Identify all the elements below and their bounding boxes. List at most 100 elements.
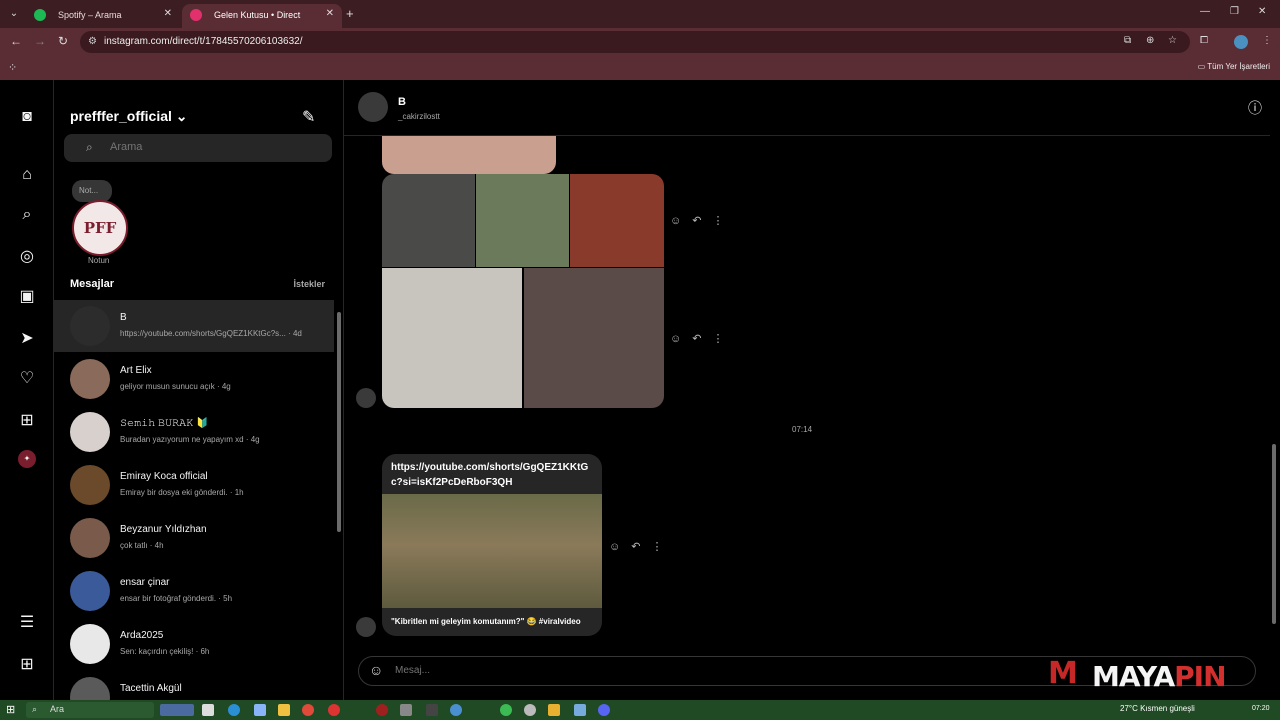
forward-button[interactable]: →	[34, 34, 46, 48]
explorer-icon[interactable]	[278, 704, 290, 716]
explore-icon[interactable]: ◎	[16, 246, 38, 268]
instagram-icon	[190, 9, 202, 21]
message-photo[interactable]	[382, 174, 475, 267]
thread-item[interactable]: Arda2025 Sen: kaçırdın çekiliş! · 6h	[54, 618, 334, 670]
search-field[interactable]: ⌕	[64, 134, 332, 162]
browser-toolbar: ← → ↻ ⚙ instagram.com/direct/t/178455702…	[0, 28, 1280, 56]
windows-start-icon[interactable]: ⊞	[6, 703, 15, 716]
copilot-icon[interactable]	[254, 704, 266, 716]
app-icon[interactable]	[376, 704, 388, 716]
search-input[interactable]	[110, 141, 310, 153]
edge-icon[interactable]	[228, 704, 240, 716]
os-taskbar: ⊞ ⌕ Ara 27°C Kısmen güneşli 07:20	[0, 700, 1280, 720]
shared-link-url[interactable]: https://youtube.com/shorts/GgQEZ1KKtGc?s…	[391, 460, 596, 490]
message-photo[interactable]	[382, 268, 522, 408]
widgets-icon[interactable]	[160, 704, 194, 716]
note-avatar[interactable]: PFF	[72, 200, 128, 256]
address-bar[interactable]: ⚙ instagram.com/direct/t/178455702061036…	[80, 31, 1190, 53]
window-close-button[interactable]: ✕	[1258, 6, 1266, 17]
note-bubble[interactable]: Not...	[72, 180, 112, 202]
discord-icon[interactable]	[598, 704, 610, 716]
close-icon[interactable]: ✕	[164, 8, 172, 19]
app-icon[interactable]	[524, 704, 536, 716]
thread-item[interactable]: ensar çinar ensar bir fotoğraf gönderdi.…	[54, 565, 334, 617]
thread-item[interactable]: Emiray Koca official Emiray bir dosya ek…	[54, 459, 334, 511]
back-button[interactable]: ←	[10, 34, 22, 48]
app-icon[interactable]	[302, 704, 314, 716]
zoom-icon[interactable]: ⊕	[1146, 35, 1154, 46]
requests-link[interactable]: İstekler	[293, 279, 325, 289]
thread-item[interactable]: 𝚂𝚎𝚖𝚒𝚑 𝙱𝚄𝚁𝙰𝙺 🔰 Buradan yazıyorum ne yapay…	[54, 406, 334, 458]
thread-item[interactable]: B https://youtube.com/shorts/GgQEZ1KKtGc…	[54, 300, 334, 352]
chat-scrollbar[interactable]	[1270, 84, 1278, 644]
message-input[interactable]	[395, 665, 995, 676]
chrome-icon[interactable]	[500, 704, 512, 716]
message-photo[interactable]	[570, 174, 664, 267]
clock[interactable]: 07:20	[1252, 705, 1270, 712]
chat-name[interactable]: B	[398, 96, 406, 108]
shared-link-card[interactable]: https://youtube.com/shorts/GgQEZ1KKtGc?s…	[382, 454, 602, 636]
install-icon[interactable]: ⧉	[1124, 35, 1131, 46]
thread-item[interactable]: Tacettin Akgül	[54, 671, 334, 700]
opera-icon[interactable]	[328, 704, 340, 716]
new-tab-button[interactable]: +	[346, 6, 354, 21]
scrollbar-thumb[interactable]	[337, 312, 341, 532]
task-view-icon[interactable]	[202, 704, 214, 716]
chrome-icon[interactable]	[450, 704, 462, 716]
avatar	[70, 518, 110, 558]
app-icon[interactable]	[400, 704, 412, 716]
extensions-icon[interactable]: ⧠	[1200, 35, 1208, 46]
site-info-icon[interactable]: ⚙	[88, 36, 97, 47]
app-icon[interactable]	[574, 704, 586, 716]
thread-preview: Emiray bir dosya eki gönderdi. · 1h	[120, 488, 244, 497]
apps-grid-icon[interactable]: ⊞	[16, 654, 38, 676]
menu-icon[interactable]: ⋮	[1262, 35, 1272, 46]
close-icon[interactable]: ✕	[326, 8, 334, 19]
tab-instagram[interactable]: Gelen Kutusu • Direct ✕	[182, 4, 342, 28]
taskbar-search[interactable]: ⌕ Ara	[26, 702, 154, 718]
heart-icon[interactable]: ♡	[16, 368, 38, 390]
folder-icon[interactable]	[548, 704, 560, 716]
minimize-button[interactable]: —	[1200, 6, 1210, 17]
all-bookmarks[interactable]: ▭ Tüm Yer İşaretleri	[1198, 62, 1270, 71]
message-photo[interactable]	[476, 174, 569, 267]
star-icon[interactable]: ☆	[1168, 35, 1177, 46]
search-icon: ⌕	[32, 704, 38, 714]
message-actions[interactable]: ☺ ↶ ⋮	[609, 540, 667, 553]
messages-icon[interactable]: ➤	[16, 328, 38, 350]
message-photo[interactable]	[382, 136, 556, 174]
emoji-icon[interactable]: ☺	[369, 662, 383, 678]
message-photo[interactable]	[524, 268, 664, 408]
tab-spotify[interactable]: Spotify – Arama ✕	[26, 4, 180, 28]
message-actions[interactable]: ☺ ↶ ⋮	[670, 214, 728, 227]
info-icon[interactable]: ⓘ	[1248, 98, 1262, 118]
video-thumbnail[interactable]	[382, 494, 602, 608]
apps-icon[interactable]: ⁘	[8, 61, 17, 74]
search-icon[interactable]: ⌕	[16, 204, 38, 226]
reels-icon[interactable]: ▣	[16, 286, 38, 308]
home-icon[interactable]: ⌂	[16, 164, 38, 186]
more-menu-icon[interactable]: ☰	[16, 612, 38, 634]
weather-widget[interactable]: 27°C Kısmen güneşli	[1120, 704, 1195, 713]
reload-button[interactable]: ↻	[58, 34, 68, 48]
profile-avatar[interactable]: ✦	[18, 450, 36, 468]
avatar[interactable]	[358, 92, 388, 122]
thread-item[interactable]: Beyzanur Yıldızhan çok tatlı · 4h	[54, 512, 334, 564]
chat-handle: _cakirzilostt	[398, 112, 440, 121]
create-icon[interactable]: ⊞	[16, 410, 38, 432]
message-actions[interactable]: ☺ ↶ ⋮	[670, 332, 728, 345]
url-text[interactable]: instagram.com/direct/t/17845570206103632…	[104, 36, 302, 47]
thread-preview: Sen: kaçırdın çekiliş! · 6h	[120, 647, 210, 656]
profile-avatar[interactable]	[1234, 35, 1248, 49]
instagram-logo-icon[interactable]: ◙	[16, 106, 38, 128]
thread-item[interactable]: Art Elix geliyor musun sunucu açık · 4g	[54, 353, 334, 405]
app-icon[interactable]	[426, 704, 438, 716]
scrollbar-thumb[interactable]	[1272, 444, 1276, 624]
thread-preview: Buradan yazıyorum ne yapayım xd · 4g	[120, 435, 260, 444]
new-message-icon[interactable]: ✎	[302, 107, 315, 127]
inbox-scrollbar[interactable]	[336, 300, 342, 700]
restore-button[interactable]: ❐	[1230, 6, 1239, 17]
tab-search-button[interactable]: ⌄	[6, 6, 22, 22]
account-switcher[interactable]: prefffer_official ⌄	[70, 108, 188, 125]
avatar	[70, 306, 110, 346]
